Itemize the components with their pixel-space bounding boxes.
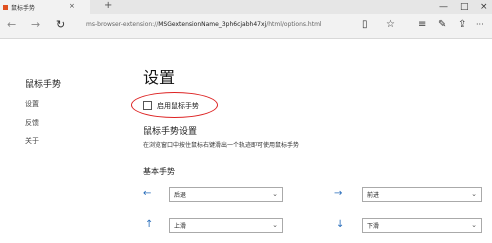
url-path: /html/options.html [266,21,322,28]
browser-tab[interactable]: 鼠标手势 × [0,0,90,14]
gesture-down-select[interactable]: 下滑 ⌄ [362,218,482,233]
sidebar-title: 鼠标手势 [25,80,62,90]
chevron-down-icon: ⌄ [272,190,278,198]
maximize-button[interactable]: □ [460,1,469,13]
address-toolbar: ← → ↻ ms-browser-extension://MSGextensio… [0,14,492,39]
tab-bar: 鼠标手势 × + — □ × [0,0,492,14]
web-note-icon[interactable]: ✎ [438,18,446,32]
right-arrow-icon: → [334,188,343,199]
chevron-down-icon: ⌄ [471,190,477,198]
up-arrow-icon: ↑ [145,219,154,230]
down-arrow-icon: ↓ [336,219,345,230]
gesture-left-select[interactable]: 后退 ⌄ [169,187,283,202]
page-title: 设置 [143,68,176,87]
select-value: 前进 [367,192,380,199]
favorite-star-icon[interactable]: ☆ [386,18,395,32]
select-value: 上滑 [174,223,187,230]
tab-close-icon[interactable]: × [69,2,75,10]
gesture-up-select[interactable]: 上滑 ⌄ [169,218,283,233]
more-icon[interactable]: ··· [476,18,484,32]
chevron-down-icon: ⌄ [272,221,278,229]
select-value: 下滑 [367,223,380,230]
window-close-button[interactable]: × [480,1,488,13]
refresh-icon[interactable]: ↻ [56,19,65,31]
enable-gestures-checkbox[interactable] [143,101,152,110]
left-arrow-icon: ← [143,188,152,199]
share-icon[interactable]: ⇪ [458,18,466,32]
minimize-button[interactable]: — [439,1,448,13]
tab-favicon-icon [3,4,8,10]
url-host: MSGextensionName_3ph6cjabh47xj [158,21,267,28]
url-prefix: ms-browser-extension:// [86,21,159,28]
forward-arrow-icon[interactable]: → [31,19,40,31]
hub-icon[interactable]: ≡ [418,18,426,32]
enable-gestures-label[interactable]: 启用鼠标手势 [157,101,199,111]
new-tab-button[interactable]: + [104,0,112,12]
reading-view-icon[interactable]: ▯ [362,18,368,32]
chevron-down-icon: ⌄ [471,221,477,229]
back-arrow-icon[interactable]: ← [7,19,16,31]
select-value: 后退 [174,192,187,199]
address-field[interactable]: ms-browser-extension://MSGextensionName_… [86,21,322,28]
sidebar-item-settings[interactable]: 设置 [25,99,39,109]
section-title: 鼠标手势设置 [143,127,198,137]
gesture-right-select[interactable]: 前进 ⌄ [362,187,482,202]
tab-title: 鼠标手势 [11,4,36,12]
sidebar-item-about[interactable]: 关于 [25,136,39,146]
sidebar-item-feedback[interactable]: 反馈 [25,118,39,128]
basic-gestures-title: 基本手势 [143,167,175,176]
section-description: 在浏览窗口中按住鼠标右键滑出一个轨迹即可使用鼠标手势 [143,142,300,149]
